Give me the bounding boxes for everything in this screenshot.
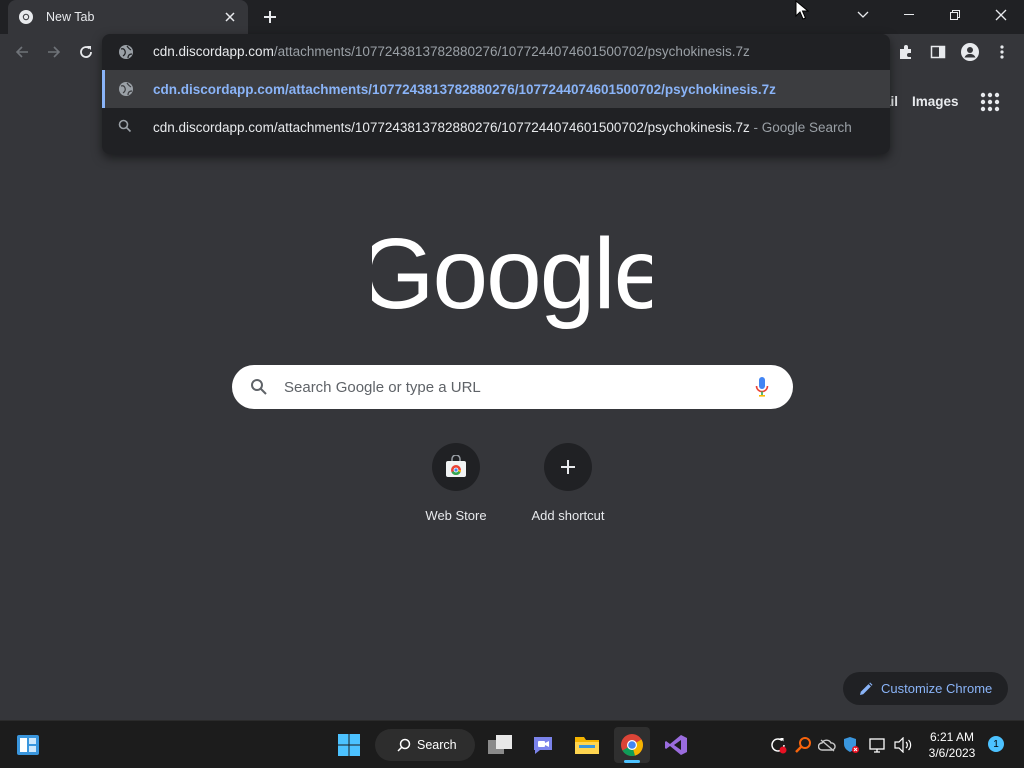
tab-title: New Tab — [46, 10, 95, 24]
chat-icon — [534, 737, 552, 754]
omnibox-text: cdn.discordapp.com/attachments/107724381… — [153, 44, 750, 59]
tab-strip: New Tab — [0, 0, 1024, 34]
restore-button[interactable] — [932, 0, 978, 30]
volume-tray-icon[interactable] — [893, 735, 913, 755]
mouse-cursor-icon — [795, 0, 809, 20]
close-window-button[interactable] — [978, 0, 1024, 30]
new-tab-button[interactable] — [258, 6, 282, 28]
profile-button[interactable] — [958, 40, 982, 64]
minimize-button[interactable] — [886, 0, 932, 30]
side-panel-button[interactable] — [926, 40, 950, 64]
shortcut-add[interactable]: Add shortcut — [518, 443, 618, 523]
search-icon — [118, 119, 132, 133]
minimize-icon — [904, 14, 914, 15]
network-tray-icon[interactable] — [868, 735, 888, 755]
start-button[interactable] — [333, 729, 365, 761]
tab-close-icon[interactable] — [222, 9, 238, 25]
forward-arrow-icon — [48, 46, 61, 58]
microphone-icon[interactable] — [754, 376, 770, 398]
restore-icon — [950, 10, 960, 20]
visual-studio-icon — [665, 735, 687, 755]
reload-icon — [80, 46, 92, 58]
suggestion-text: cdn.discordapp.com/attachments/107724381… — [153, 120, 852, 135]
omnibox-suggestion-url[interactable]: cdn.discordapp.com/attachments/107724381… — [102, 70, 890, 108]
shortcut-label: Add shortcut — [531, 508, 605, 523]
forward-button[interactable] — [42, 40, 66, 64]
side-panel-icon — [930, 45, 946, 59]
chrome-icon — [19, 10, 33, 24]
back-arrow-icon — [15, 46, 28, 58]
plus-icon — [561, 460, 575, 474]
kebab-menu-icon — [1000, 45, 1004, 59]
teams-chat-button[interactable] — [527, 729, 559, 761]
omnibox-path: /attachments/1077243813782880276/1077244… — [273, 44, 750, 59]
sync-tray-icon[interactable] — [768, 735, 788, 755]
task-view-button[interactable] — [484, 729, 516, 761]
clock-date: 3/6/2023 — [928, 746, 976, 760]
shortcut-label: Web Store — [425, 508, 487, 523]
shortcut-web-store[interactable]: Web Store — [406, 443, 506, 523]
suggestion-query: cdn.discordapp.com/attachments/107724381… — [153, 120, 750, 135]
tab-search-button[interactable] — [840, 0, 886, 30]
omnibox-input[interactable]: cdn.discordapp.com/attachments/107724381… — [102, 34, 890, 70]
customize-chrome-button[interactable]: Customize Chrome — [843, 672, 1008, 705]
taskbar-search-label: Search — [417, 738, 457, 752]
google-logo-text: Google — [372, 222, 652, 330]
reload-button[interactable] — [74, 40, 98, 64]
taskbar-clock[interactable]: 6:21 AM 3/6/2023 — [920, 729, 984, 761]
security-tray-icon[interactable] — [841, 735, 861, 755]
omnibox-suggestion-search[interactable]: cdn.discordapp.com/attachments/107724381… — [102, 108, 890, 146]
chrome-icon — [621, 734, 643, 757]
ntp-search-box[interactable] — [232, 365, 793, 409]
windows-logo-icon — [338, 734, 360, 756]
onedrive-tray-icon[interactable] — [817, 735, 837, 755]
tab-new-tab[interactable]: New Tab — [8, 0, 248, 34]
close-icon — [995, 9, 1007, 21]
chrome-taskbar-button[interactable] — [614, 727, 650, 763]
search-icon — [397, 738, 411, 752]
taskbar: Search 6:21 AM 3/6/2023 — [0, 720, 1024, 768]
suggestion-suffix: - Google Search — [749, 120, 852, 135]
avatar-icon — [961, 43, 979, 61]
web-store-icon — [446, 455, 466, 477]
globe-icon — [119, 45, 133, 59]
active-indicator — [624, 760, 640, 763]
omnibox-host: cdn.discordapp.com — [153, 44, 274, 59]
omnibox-dropdown: cdn.discordapp.com/attachments/107724381… — [102, 34, 890, 154]
globe-icon — [119, 82, 133, 96]
chevron-down-icon — [857, 11, 869, 18]
visual-studio-button[interactable] — [660, 729, 692, 761]
puzzle-icon — [900, 45, 911, 59]
google-logo: Google — [372, 222, 652, 330]
widgets-button[interactable] — [12, 729, 44, 761]
add-shortcut-tile — [544, 443, 592, 491]
plus-icon — [264, 11, 276, 23]
images-link[interactable]: Images — [912, 94, 959, 109]
notification-badge[interactable]: 1 — [988, 736, 1004, 752]
search-icon — [251, 379, 267, 395]
back-button[interactable] — [10, 40, 34, 64]
menu-button[interactable] — [990, 40, 1014, 64]
folder-icon — [575, 737, 599, 754]
ntp-search-input[interactable] — [284, 375, 744, 399]
file-explorer-button[interactable] — [571, 729, 603, 761]
clock-time: 6:21 AM — [929, 730, 975, 744]
pencil-icon — [860, 682, 873, 695]
suggestion-text: cdn.discordapp.com/attachments/107724381… — [153, 82, 776, 97]
task-view-icon — [488, 735, 512, 754]
extensions-button[interactable] — [894, 40, 918, 64]
search-tool-tray-icon[interactable] — [793, 735, 813, 755]
web-store-tile — [432, 443, 480, 491]
taskbar-search-button[interactable]: Search — [375, 729, 475, 761]
customize-chrome-label: Customize Chrome — [881, 681, 993, 696]
widgets-icon — [17, 735, 39, 755]
google-apps-icon[interactable] — [979, 91, 1001, 113]
